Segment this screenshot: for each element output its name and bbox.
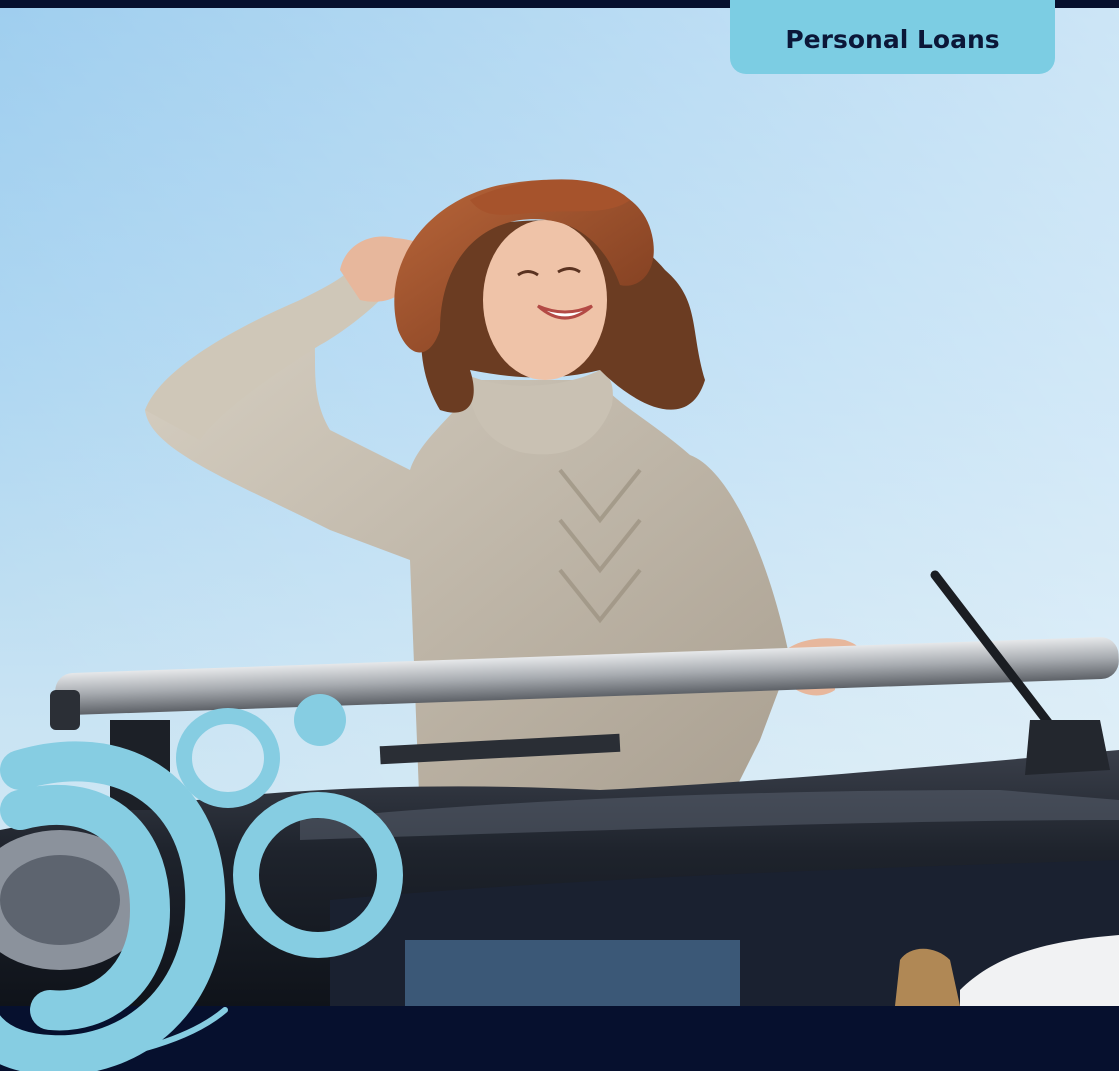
category-badge: Personal Loans bbox=[730, 0, 1055, 74]
antenna-base bbox=[1025, 720, 1110, 775]
bubble-dot bbox=[294, 694, 346, 746]
bubble-medium bbox=[233, 792, 403, 958]
category-badge-label: Personal Loans bbox=[785, 24, 1000, 54]
face bbox=[483, 220, 607, 380]
decorative-bubbles bbox=[0, 694, 403, 1071]
bubble-small bbox=[176, 708, 280, 808]
bubble-large bbox=[0, 741, 226, 1071]
jeans bbox=[405, 940, 740, 1006]
